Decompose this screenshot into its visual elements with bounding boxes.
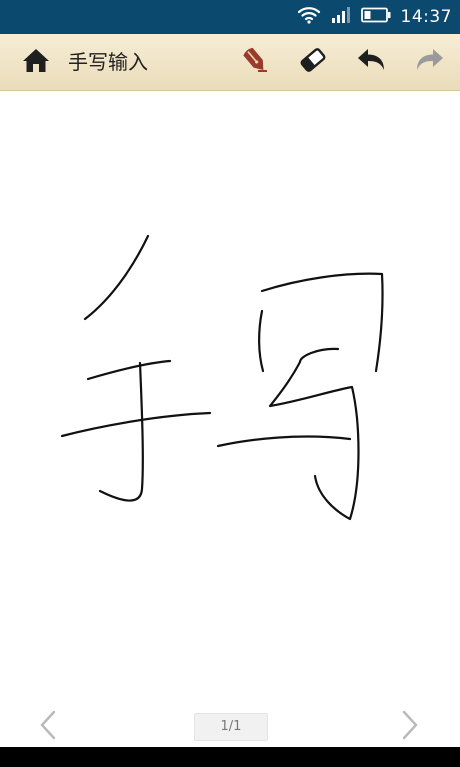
eraser-icon	[296, 43, 330, 81]
prev-page-button[interactable]	[30, 710, 66, 744]
page-indicator: 1/1	[194, 713, 268, 741]
ink-strokes	[60, 234, 384, 521]
page-title: 手写输入	[68, 50, 148, 74]
ink-stroke	[83, 234, 150, 321]
battery-icon	[360, 7, 391, 27]
system-navigation-bar	[0, 747, 460, 767]
chevron-right-icon	[400, 710, 420, 744]
handwriting-canvas[interactable]	[0, 91, 460, 705]
status-bar: 14:37	[0, 0, 460, 34]
toolbar: 手写输入	[0, 34, 460, 91]
ink-stroke	[60, 411, 212, 438]
page-navigation: 1/1	[0, 705, 460, 747]
chevron-left-icon	[38, 710, 58, 744]
wifi-icon	[297, 6, 321, 28]
redo-icon	[414, 46, 446, 78]
home-button[interactable]	[14, 34, 58, 90]
ink-stroke	[260, 272, 384, 373]
eraser-button[interactable]	[290, 34, 336, 90]
handwriting-screen: 14:37 手写输入 1/1	[0, 0, 460, 767]
status-icons: 14:37	[297, 0, 453, 34]
next-page-button[interactable]	[392, 710, 428, 744]
ink-stroke	[216, 435, 352, 448]
home-icon	[21, 46, 51, 78]
pen-button[interactable]	[232, 34, 278, 90]
undo-button[interactable]	[348, 34, 394, 90]
pen-icon	[238, 43, 272, 81]
undo-icon	[355, 46, 387, 78]
status-time: 14:37	[400, 7, 452, 27]
redo-button[interactable]	[407, 34, 453, 90]
ink-stroke	[268, 347, 360, 521]
ink-stroke	[86, 359, 172, 381]
ink-stroke	[258, 309, 265, 373]
signal-icon	[331, 6, 351, 28]
ink-stroke	[98, 361, 144, 502]
